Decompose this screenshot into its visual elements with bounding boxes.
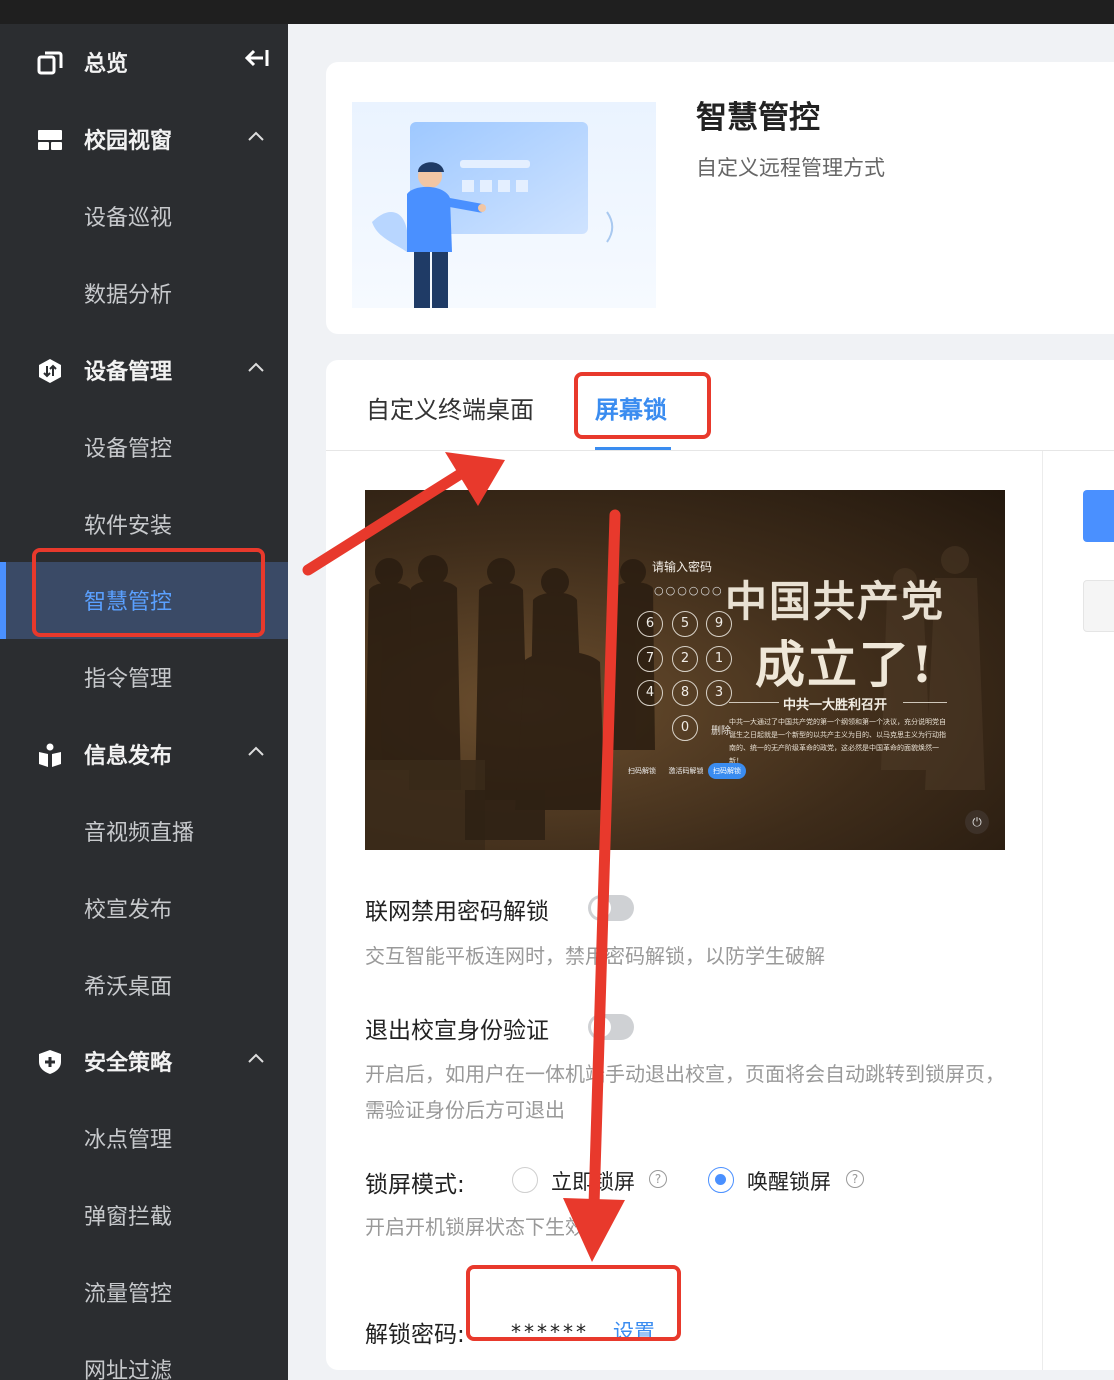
sidebar-item-label: 数据分析 <box>84 283 173 308</box>
toggle-knob <box>591 898 611 918</box>
nav-group-label: 校园视窗 <box>84 129 173 154</box>
sidebar-item-traffic[interactable]: 流量管控 <box>0 1254 288 1331</box>
power-icon: ⏻ <box>965 810 989 834</box>
shield-plus-icon <box>39 1050 61 1074</box>
lockscreen-preview: 请输入密码 ○○○○○○ 6 5 9 7 2 1 4 8 3 0 删除 中国共产… <box>365 490 1005 850</box>
exit-verify-label: 退出校宣身份验证 <box>365 1018 549 1044</box>
sidebar-item-label: 希沃桌面 <box>84 975 173 1000</box>
radio-immediate-lock[interactable] <box>512 1167 538 1193</box>
net-disable-label: 联网禁用密码解锁 <box>365 899 549 925</box>
sidebar-item-label: 软件安装 <box>84 514 173 539</box>
sidebar-item-device-control[interactable]: 设备管控 <box>0 409 288 486</box>
sidebar-item-live-stream[interactable]: 音视频直播 <box>0 793 288 870</box>
news-title-rule <box>903 702 947 703</box>
help-icon[interactable]: ? <box>846 1170 864 1188</box>
presentation-illustration <box>352 102 656 308</box>
dashboard-icon <box>38 130 62 150</box>
nav-group-campus[interactable]: 校园视窗 <box>0 101 288 178</box>
sidebar-item-label: 设备管控 <box>84 437 173 462</box>
unlock-password-label: 解锁密码: <box>365 1322 465 1348</box>
sidebar-item-label: 指令管理 <box>84 667 173 692</box>
sidebar-item-label: 流量管控 <box>84 1282 173 1307</box>
chevron-up-icon <box>248 362 264 372</box>
sidebar-item-campus-publish[interactable]: 校宣发布 <box>0 870 288 947</box>
unlock-mode-tab: 扫码解锁 <box>708 763 746 779</box>
page-title: 智慧管控 <box>696 100 820 136</box>
exit-verify-toggle[interactable] <box>588 1014 634 1040</box>
nav-group-label: 安全策略 <box>84 1051 173 1076</box>
sidebar-item-popup-block[interactable]: 弹窗拦截 <box>0 1177 288 1254</box>
sidebar-item-command-manage[interactable]: 指令管理 <box>0 639 288 716</box>
publish-icon <box>39 743 61 767</box>
keypad-key: 8 <box>672 680 698 706</box>
toggle-knob <box>591 1017 611 1037</box>
net-disable-toggle[interactable] <box>588 895 634 921</box>
keypad-key: 5 <box>672 611 698 637</box>
nav-group-security[interactable]: 安全策略 <box>0 1023 288 1100</box>
tabs-divider <box>326 450 1114 451</box>
sidebar-item-data-analysis[interactable]: 数据分析 <box>0 255 288 332</box>
sidebar-item-label: 音视频直播 <box>84 821 195 846</box>
right-panel-box[interactable] <box>1083 580 1114 632</box>
highlight-box-sidebar <box>32 548 265 637</box>
password-dots: ○○○○○○ <box>654 584 724 597</box>
lock-mode-desc: 开启开机锁屏状态下生效 <box>365 1215 585 1239</box>
chevron-up-icon <box>248 746 264 756</box>
nav-group-label: 设备管理 <box>84 360 173 385</box>
nav-group-publish[interactable]: 信息发布 <box>0 716 288 793</box>
sidebar: 总览 校园视窗 设备巡视 数据分析 设备管理 设备管控 软件安装 智慧管控 指令… <box>0 24 288 1380</box>
keypad-key: 7 <box>637 646 663 672</box>
news-title: 中共一大胜利召开 <box>783 698 888 713</box>
nav-overview-label: 总览 <box>84 52 129 77</box>
sidebar-item-label: 校宣发布 <box>84 898 173 923</box>
right-panel-button[interactable] <box>1083 490 1114 542</box>
tab-custom-desktop[interactable]: 自定义终端桌面 <box>366 390 534 425</box>
keypad-delete: 删除 <box>711 726 731 737</box>
chevron-up-icon <box>248 1053 264 1063</box>
main-content: 智慧管控 自定义远程管理方式 自定义终端桌面 屏幕锁 请输入密码 ○○○○○○ … <box>288 24 1114 1380</box>
highlight-box-tab <box>574 372 711 439</box>
active-indicator <box>0 562 6 639</box>
sidebar-item-freeze[interactable]: 冰点管理 <box>0 1100 288 1177</box>
radio-wake-label: 唤醒锁屏 <box>747 1170 831 1194</box>
unlock-mode-tab: 激活码解锁 <box>668 767 704 775</box>
settings-card: 自定义终端桌面 屏幕锁 请输入密码 ○○○○○○ 6 5 9 7 2 1 4 8… <box>326 360 1114 1370</box>
page-subtitle: 自定义远程管理方式 <box>696 156 885 180</box>
sidebar-item-device-patrol[interactable]: 设备巡视 <box>0 178 288 255</box>
sidebar-item-label: 冰点管理 <box>84 1128 173 1153</box>
news-title-rule <box>729 702 779 703</box>
nav-group-label: 信息发布 <box>84 744 173 769</box>
keypad-key: 4 <box>637 680 663 706</box>
overview-icon <box>37 51 63 75</box>
headline-line-1: 中国共产党 <box>725 577 946 626</box>
keypad-key: 6 <box>637 611 663 637</box>
radio-wake-lock[interactable] <box>708 1167 734 1193</box>
top-bar <box>0 0 1114 24</box>
lock-mode-label: 锁屏模式: <box>365 1172 465 1198</box>
password-prompt: 请输入密码 <box>652 560 713 574</box>
sidebar-item-label: 弹窗拦截 <box>84 1205 173 1230</box>
sidebar-item-label: 设备巡视 <box>84 206 173 231</box>
sidebar-item-label: 网址过滤 <box>84 1359 173 1380</box>
nav-overview[interactable]: 总览 <box>0 24 288 101</box>
net-disable-desc: 交互智能平板连网时，禁用密码解锁，以防学生破解 <box>365 944 825 968</box>
nav-group-device[interactable]: 设备管理 <box>0 332 288 409</box>
device-manage-icon <box>39 359 61 383</box>
sidebar-item-url-filter[interactable]: 网址过滤 <box>0 1331 288 1380</box>
radio-immediate-label: 立即锁屏 <box>551 1170 635 1194</box>
keypad-key: 0 <box>672 715 698 741</box>
sidebar-item-seewo-desktop[interactable]: 希沃桌面 <box>0 947 288 1024</box>
exit-verify-desc: 开启后，如用户在一体机端手动退出校宣，页面将会自动跳转到锁屏页，需验证身份后方可… <box>365 1062 1005 1122</box>
keypad-key: 1 <box>706 646 732 672</box>
collapse-sidebar-icon[interactable] <box>242 46 270 70</box>
help-icon[interactable]: ? <box>649 1170 667 1188</box>
headline-line-2: 成立了! <box>755 635 935 694</box>
unlock-mode-tab: 扫码解锁 <box>628 767 656 775</box>
column-divider <box>1042 451 1043 1370</box>
header-card: 智慧管控 自定义远程管理方式 <box>326 62 1114 334</box>
highlight-box-password <box>466 1265 681 1341</box>
news-body: 中共一大通过了中国共产党的第一个纲领和第一个决议，充分说明党自诞生之日起就是一个… <box>729 718 946 765</box>
keypad-key: 2 <box>672 646 698 672</box>
chevron-up-icon <box>248 131 264 141</box>
